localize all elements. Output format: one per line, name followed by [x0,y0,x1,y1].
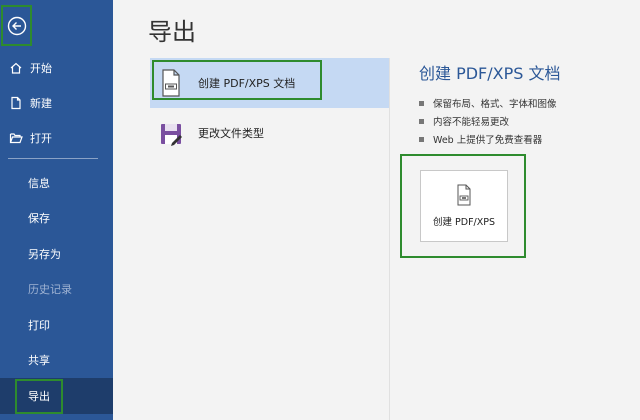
sidebar-item-label: 新建 [30,96,52,110]
sidebar-item-print[interactable]: 打印 [0,307,113,343]
backstage-sidebar: 开始 新建 打开 信息 保存 另存为 历史记录 打印 共享 导出 [0,0,113,420]
option-highlight-box [152,60,322,100]
bullet-marker-icon [419,118,424,124]
export-detail-panel: 创建 PDF/XPS 文档 保留布局、格式、字体和图像 内容不能轻易更改 Web… [419,60,619,148]
sidebar-sub-nav: 信息 保存 另存为 历史记录 打印 共享 导出 [0,165,113,414]
create-button-label: 创建 PDF/XPS [433,217,495,228]
sidebar-item-share[interactable]: 共享 [0,343,113,379]
export-highlight-box [15,379,63,414]
sidebar-item-history: 历史记录 [28,283,72,297]
create-pdf-xps-button[interactable]: 创建 PDF/XPS [420,170,508,242]
sidebar-top-nav: 开始 新建 打开 [0,50,113,155]
folder-open-icon [8,130,24,146]
sidebar-item-open[interactable]: 打开 [0,120,113,155]
bullet-marker-icon [419,100,424,106]
sidebar-item-save[interactable]: 保存 [0,201,113,237]
sidebar-item-label: 开始 [30,61,52,75]
sidebar-item-new[interactable]: 新建 [0,85,113,120]
change-file-type-icon [160,119,182,147]
options-separator [389,58,390,420]
back-button[interactable] [1,5,32,46]
sidebar-item-label: 打开 [30,131,52,145]
sidebar-item-info[interactable]: 信息 [0,165,113,201]
back-arrow-icon [7,16,26,35]
home-icon [8,60,24,76]
sidebar-divider [8,158,98,159]
sidebar-item-save-as[interactable]: 另存为 [0,236,113,272]
sidebar-item-home[interactable]: 开始 [0,50,113,85]
new-document-icon [8,95,24,111]
detail-title: 创建 PDF/XPS 文档 [419,64,561,83]
page-title: 导出 [148,18,196,46]
option-label: 更改文件类型 [198,127,264,140]
option-change-file-type[interactable]: 更改文件类型 [150,108,390,158]
detail-bullet: 内容不能轻易更改 [419,112,619,130]
detail-bullet: Web 上提供了免费查看器 [419,130,619,148]
detail-bullets: 保留布局、格式、字体和图像 内容不能轻易更改 Web 上提供了免费查看器 [419,94,619,148]
detail-bullet: 保留布局、格式、字体和图像 [419,94,619,112]
bullet-marker-icon [419,136,424,142]
pdf-document-icon [457,184,471,206]
